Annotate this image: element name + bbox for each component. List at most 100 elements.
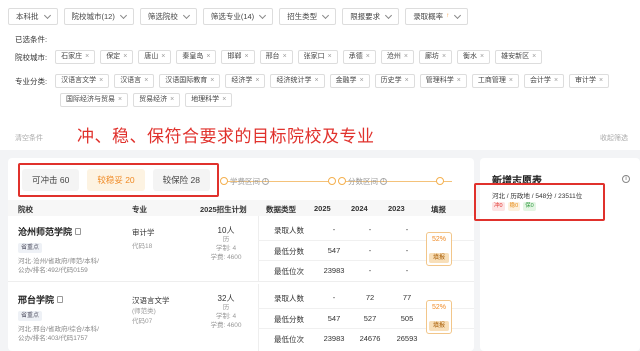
close-icon[interactable]: × bbox=[255, 75, 259, 87]
city-tag[interactable]: 保定 × bbox=[100, 50, 134, 64]
probability-percent: 52% bbox=[431, 304, 446, 311]
major-tag[interactable]: 汉语言文学 × bbox=[55, 74, 110, 88]
city-tag[interactable]: 雄安新区 × bbox=[495, 50, 543, 64]
city-tag[interactable]: 唐山 × bbox=[138, 50, 172, 64]
close-icon[interactable]: × bbox=[366, 51, 370, 63]
plan-count: 10人 bbox=[217, 226, 235, 235]
tuition-range-handle[interactable] bbox=[220, 177, 228, 185]
close-icon[interactable]: × bbox=[509, 75, 513, 87]
score-range-handle[interactable] bbox=[436, 177, 444, 185]
steady-count-badge: 稳0 bbox=[507, 202, 521, 211]
close-icon[interactable]: × bbox=[554, 75, 558, 87]
header-data-type: 数据类型 bbox=[266, 205, 296, 214]
close-icon[interactable]: × bbox=[85, 51, 89, 63]
close-icon[interactable]: × bbox=[118, 94, 122, 106]
city-tag[interactable]: 承德 × bbox=[342, 50, 376, 64]
tag-label: 承德 bbox=[348, 53, 363, 60]
close-icon[interactable]: × bbox=[405, 75, 409, 87]
close-icon[interactable]: × bbox=[99, 75, 103, 87]
school-filter-button[interactable]: 筛选院校 bbox=[139, 8, 197, 25]
city-tag[interactable]: 张家口 × bbox=[297, 50, 338, 64]
table-row: 沧州师范学院 省重点 河北·沧州/省政府/师范/本科/ 公办/排名:492/代码… bbox=[8, 216, 474, 282]
probability-sort-button[interactable]: 录取概率 ↑ bbox=[405, 8, 469, 25]
chevron-down-icon bbox=[43, 11, 51, 20]
close-icon[interactable]: × bbox=[210, 75, 214, 87]
close-icon[interactable]: × bbox=[599, 75, 603, 87]
city-tag[interactable]: 邯郸 × bbox=[221, 50, 255, 64]
batch-filter-button[interactable]: 本科批 bbox=[8, 8, 58, 25]
close-icon[interactable]: × bbox=[206, 51, 210, 63]
close-icon[interactable]: × bbox=[222, 94, 226, 106]
close-icon[interactable]: × bbox=[161, 51, 165, 63]
major-tag[interactable]: 金融学 × bbox=[329, 74, 370, 88]
document-icon[interactable] bbox=[75, 228, 82, 235]
plan-fee: 学费: 4600 bbox=[210, 254, 242, 261]
major-tag[interactable]: 汉语国际教育 × bbox=[159, 74, 221, 88]
city-tag[interactable]: 沧州 × bbox=[380, 50, 414, 64]
header-2024: 2024 bbox=[351, 204, 368, 213]
info-icon[interactable]: i bbox=[262, 178, 269, 185]
school-name[interactable]: 沧州师范学院 bbox=[18, 225, 82, 238]
document-icon[interactable] bbox=[57, 296, 64, 303]
header-plan: 2025招生计划 bbox=[200, 205, 247, 214]
close-icon[interactable]: × bbox=[170, 94, 174, 106]
school-name[interactable]: 邢台学院 bbox=[18, 293, 64, 306]
close-icon[interactable]: × bbox=[283, 51, 287, 63]
close-icon[interactable]: × bbox=[442, 51, 446, 63]
close-icon[interactable]: × bbox=[328, 51, 332, 63]
tuition-range-label: 学费区间 i bbox=[230, 176, 269, 187]
tuition-range-handle[interactable] bbox=[328, 177, 336, 185]
city-filter-button[interactable]: 院校城市(12) bbox=[63, 8, 134, 25]
major-tag[interactable]: 管理科学 × bbox=[419, 74, 467, 88]
major-filter-button[interactable]: 筛选专业(14) bbox=[202, 8, 274, 25]
major-tag[interactable]: 工商管理 × bbox=[471, 74, 519, 88]
major-tag[interactable]: 国际经济与贸易 × bbox=[60, 93, 129, 107]
city-tag[interactable]: 邢台 × bbox=[259, 50, 293, 64]
close-icon[interactable]: × bbox=[532, 51, 536, 63]
close-icon[interactable]: × bbox=[144, 75, 148, 87]
plan-count: 32人 bbox=[217, 294, 235, 303]
major-name[interactable]: 汉语言文学 bbox=[132, 296, 170, 306]
close-icon[interactable]: × bbox=[480, 51, 484, 63]
close-icon[interactable]: × bbox=[457, 75, 461, 87]
close-icon[interactable]: × bbox=[123, 51, 127, 63]
stat-label: 最低分数 bbox=[274, 315, 304, 324]
major-tag[interactable]: 汉语言 × bbox=[114, 74, 155, 88]
fill-button[interactable]: 填报 bbox=[429, 253, 449, 263]
restriction-filter-button[interactable]: 限报要求 bbox=[342, 8, 400, 25]
major-tag[interactable]: 贸易经济 × bbox=[133, 93, 181, 107]
info-icon[interactable]: i bbox=[622, 175, 630, 183]
major-tag[interactable]: 经济统计学 × bbox=[270, 74, 325, 88]
fill-button[interactable]: 填报 bbox=[429, 321, 449, 331]
range-text: 学费区间 bbox=[230, 177, 260, 186]
tag-label: 秦皇岛 bbox=[182, 53, 204, 60]
major-tag[interactable]: 经济学 × bbox=[225, 74, 266, 88]
city-tag[interactable]: 秦皇岛 × bbox=[176, 50, 217, 64]
major-tag[interactable]: 历史学 × bbox=[374, 74, 415, 88]
city-tag[interactable]: 廊坊 × bbox=[418, 50, 453, 64]
city-tag[interactable]: 衡水 × bbox=[457, 50, 491, 64]
tag-label: 汉语言 bbox=[120, 77, 142, 84]
major-tag[interactable]: 地理科学 × bbox=[185, 93, 233, 107]
tag-label: 石家庄 bbox=[61, 53, 83, 60]
tag-label: 会计学 bbox=[529, 77, 551, 84]
close-icon[interactable]: × bbox=[360, 75, 364, 87]
stat-label: 录取人数 bbox=[274, 226, 304, 235]
city-tag[interactable]: 石家庄 × bbox=[55, 50, 96, 64]
major-tag[interactable]: 会计学 × bbox=[523, 74, 565, 88]
collapse-filter-link[interactable]: 收起筛选 bbox=[600, 133, 628, 143]
enrollment-type-button[interactable]: 招生类型 bbox=[279, 8, 337, 25]
plan-years: 学制: 4 bbox=[215, 245, 237, 252]
major-name[interactable]: 审计学 bbox=[132, 228, 155, 238]
close-icon[interactable]: × bbox=[404, 51, 408, 63]
close-icon[interactable]: × bbox=[244, 51, 248, 63]
tag-label: 汉语国际教育 bbox=[165, 77, 208, 84]
tag-label: 经济学 bbox=[231, 77, 253, 84]
major-tag[interactable]: 审计学 × bbox=[569, 74, 610, 88]
close-icon[interactable]: × bbox=[314, 75, 318, 87]
clear-conditions-link[interactable]: 清空条件 bbox=[15, 133, 43, 143]
filter-label: 限报要求 bbox=[350, 12, 381, 21]
info-icon[interactable]: i bbox=[380, 178, 387, 185]
score-range-handle[interactable] bbox=[338, 177, 346, 185]
chevron-down-icon bbox=[385, 11, 393, 20]
